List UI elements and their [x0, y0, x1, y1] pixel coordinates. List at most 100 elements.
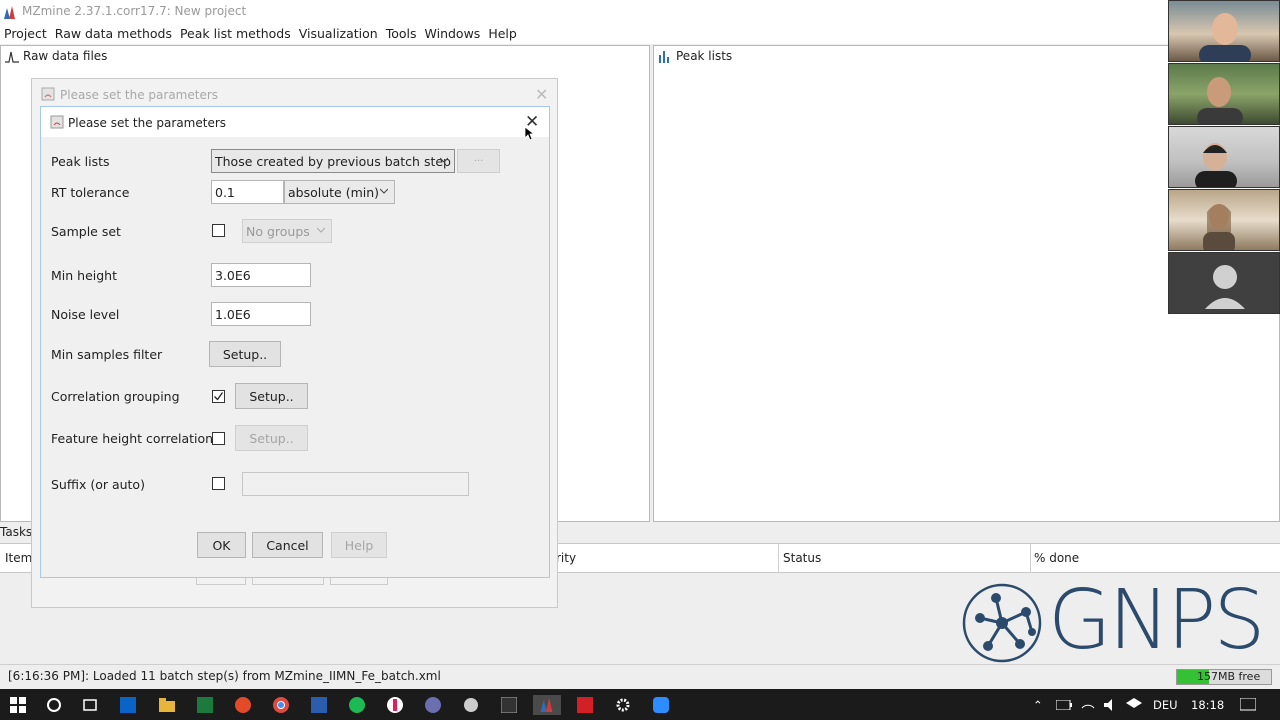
rt-tolerance-unit-value: absolute (min): [288, 185, 380, 200]
terminal-icon[interactable]: [499, 695, 519, 715]
noise-level-input[interactable]: 1.0E6: [211, 302, 311, 326]
peak-lists-value: Those created by previous batch step: [215, 154, 451, 169]
gnps-logo: GNPS: [960, 576, 1265, 670]
min-height-label: Min height: [51, 268, 117, 283]
tray-expand-icon[interactable]: ⌃: [1033, 698, 1043, 712]
raw-data-files-title: Raw data files: [23, 49, 108, 63]
dialog-title: Please set the parameters: [68, 116, 227, 130]
tasks-label: Tasks: [0, 525, 33, 539]
memory-indicator[interactable]: 157MB free: [1176, 669, 1272, 685]
notifications-icon[interactable]: [1238, 695, 1258, 715]
volume-icon[interactable]: [1100, 695, 1120, 715]
column-item[interactable]: Item: [5, 551, 32, 565]
dropbox-icon[interactable]: [1124, 695, 1144, 715]
person-video-icon: [1199, 13, 1251, 61]
sample-set-checkbox[interactable]: [212, 224, 225, 237]
menu-bar: Project Raw data methods Peak list metho…: [0, 24, 1170, 44]
help-button[interactable]: Help: [331, 532, 387, 558]
menu-peak-list-methods[interactable]: Peak list methods: [176, 24, 295, 44]
feature-height-correlation-label: Feature height correlation: [51, 431, 214, 446]
min-samples-filter-label: Min samples filter: [51, 347, 163, 362]
person-video-icon: [1203, 203, 1235, 250]
menu-tools[interactable]: Tools: [382, 24, 421, 44]
ghost-button: [330, 577, 388, 585]
feature-height-setup-button[interactable]: Setup..: [235, 425, 308, 451]
peak-lists-more-button[interactable]: ...: [457, 149, 500, 173]
mouse-cursor-icon: [525, 127, 535, 141]
window-title: MZmine 2.37.1.corr17.7: New project: [22, 4, 247, 18]
slack-icon[interactable]: [385, 695, 405, 715]
zoom-icon[interactable]: [651, 695, 671, 715]
rt-tolerance-input[interactable]: 0.1: [211, 180, 284, 204]
word-icon[interactable]: [309, 695, 329, 715]
column-status[interactable]: Status: [783, 551, 821, 565]
menu-visualization[interactable]: Visualization: [295, 24, 382, 44]
chromatogram-icon: [5, 51, 19, 63]
video-participant-1[interactable]: [1168, 0, 1280, 62]
java-icon: [41, 87, 55, 101]
file-explorer-icon[interactable]: [157, 695, 177, 715]
outlook-icon[interactable]: [118, 695, 138, 715]
pdf-app-icon[interactable]: [233, 695, 253, 715]
close-icon[interactable]: ✕: [535, 85, 548, 104]
chrome-icon[interactable]: [271, 695, 291, 715]
language-indicator[interactable]: DEU: [1153, 698, 1178, 712]
column-percent-done[interactable]: % done: [1034, 551, 1079, 565]
peak-lists-select[interactable]: Those created by previous batch step: [211, 149, 455, 173]
min-height-input[interactable]: 3.0E6: [211, 263, 311, 287]
column-separator[interactable]: [1030, 544, 1031, 573]
spotify-icon[interactable]: [347, 695, 367, 715]
wifi-icon[interactable]: [1078, 695, 1098, 715]
sample-set-select[interactable]: No groups: [242, 219, 332, 243]
menu-raw-data-methods[interactable]: Raw data methods: [51, 24, 176, 44]
menu-project[interactable]: Project: [0, 24, 51, 44]
menu-help[interactable]: Help: [484, 24, 521, 44]
suffix-label: Suffix (or auto): [51, 477, 145, 492]
memory-text: 157MB free: [1197, 670, 1261, 683]
ghost-button: [196, 577, 246, 585]
video-participant-3[interactable]: [1168, 126, 1280, 188]
status-message: [6:16:36 PM]: Loaded 11 batch step(s) fr…: [8, 669, 441, 683]
dialog-title-bar[interactable]: Please set the parameters ✕: [41, 107, 549, 137]
ghost-button: [252, 577, 324, 585]
windows-start-icon[interactable]: [8, 695, 28, 715]
chevron-down-icon: [380, 188, 388, 194]
min-samples-setup-button[interactable]: Setup..: [209, 341, 281, 367]
rt-tolerance-unit-select[interactable]: absolute (min): [284, 180, 395, 204]
video-participant-2[interactable]: [1168, 63, 1280, 125]
checkmark-icon: [214, 392, 224, 401]
mzmine-taskbar-icon[interactable]: [533, 695, 561, 715]
parameters-dialog: Please set the parameters ✕ Peak lists T…: [40, 106, 550, 578]
settings-gear-icon[interactable]: [613, 695, 633, 715]
video-participant-4[interactable]: [1168, 189, 1280, 251]
avatar-placeholder-icon: [1205, 265, 1245, 309]
acrobat-icon[interactable]: [575, 695, 595, 715]
correlation-grouping-checkbox[interactable]: [212, 390, 225, 403]
chevron-down-icon: [440, 157, 448, 163]
column-separator[interactable]: [778, 544, 779, 573]
cancel-button[interactable]: Cancel: [252, 532, 323, 558]
feature-height-correlation-checkbox[interactable]: [212, 432, 225, 445]
rt-tolerance-label: RT tolerance: [51, 185, 130, 200]
column-priority[interactable]: rity: [556, 551, 576, 565]
cortana-search-icon[interactable]: [44, 695, 64, 715]
menu-windows[interactable]: Windows: [421, 24, 485, 44]
status-bar: [6:16:36 PM]: Loaded 11 batch step(s) fr…: [0, 664, 1280, 688]
suffix-checkbox[interactable]: [212, 477, 225, 490]
battery-icon[interactable]: [1054, 695, 1074, 715]
noise-level-label: Noise level: [51, 307, 120, 322]
suffix-input[interactable]: [242, 472, 469, 496]
vpn-icon[interactable]: [423, 695, 443, 715]
java-icon: [50, 115, 64, 129]
video-participant-5[interactable]: [1168, 252, 1280, 314]
ok-button[interactable]: OK: [197, 532, 246, 558]
app-icon[interactable]: [461, 695, 481, 715]
background-dialog-title: Please set the parameters: [60, 88, 219, 102]
task-view-icon[interactable]: [80, 695, 100, 715]
clock[interactable]: 18:18: [1191, 698, 1224, 712]
excel-icon[interactable]: [195, 695, 215, 715]
person-video-icon: [1195, 143, 1237, 187]
correlation-grouping-setup-button[interactable]: Setup..: [235, 383, 308, 409]
gnps-text: GNPS: [1048, 573, 1265, 668]
chevron-down-icon: [317, 227, 325, 233]
